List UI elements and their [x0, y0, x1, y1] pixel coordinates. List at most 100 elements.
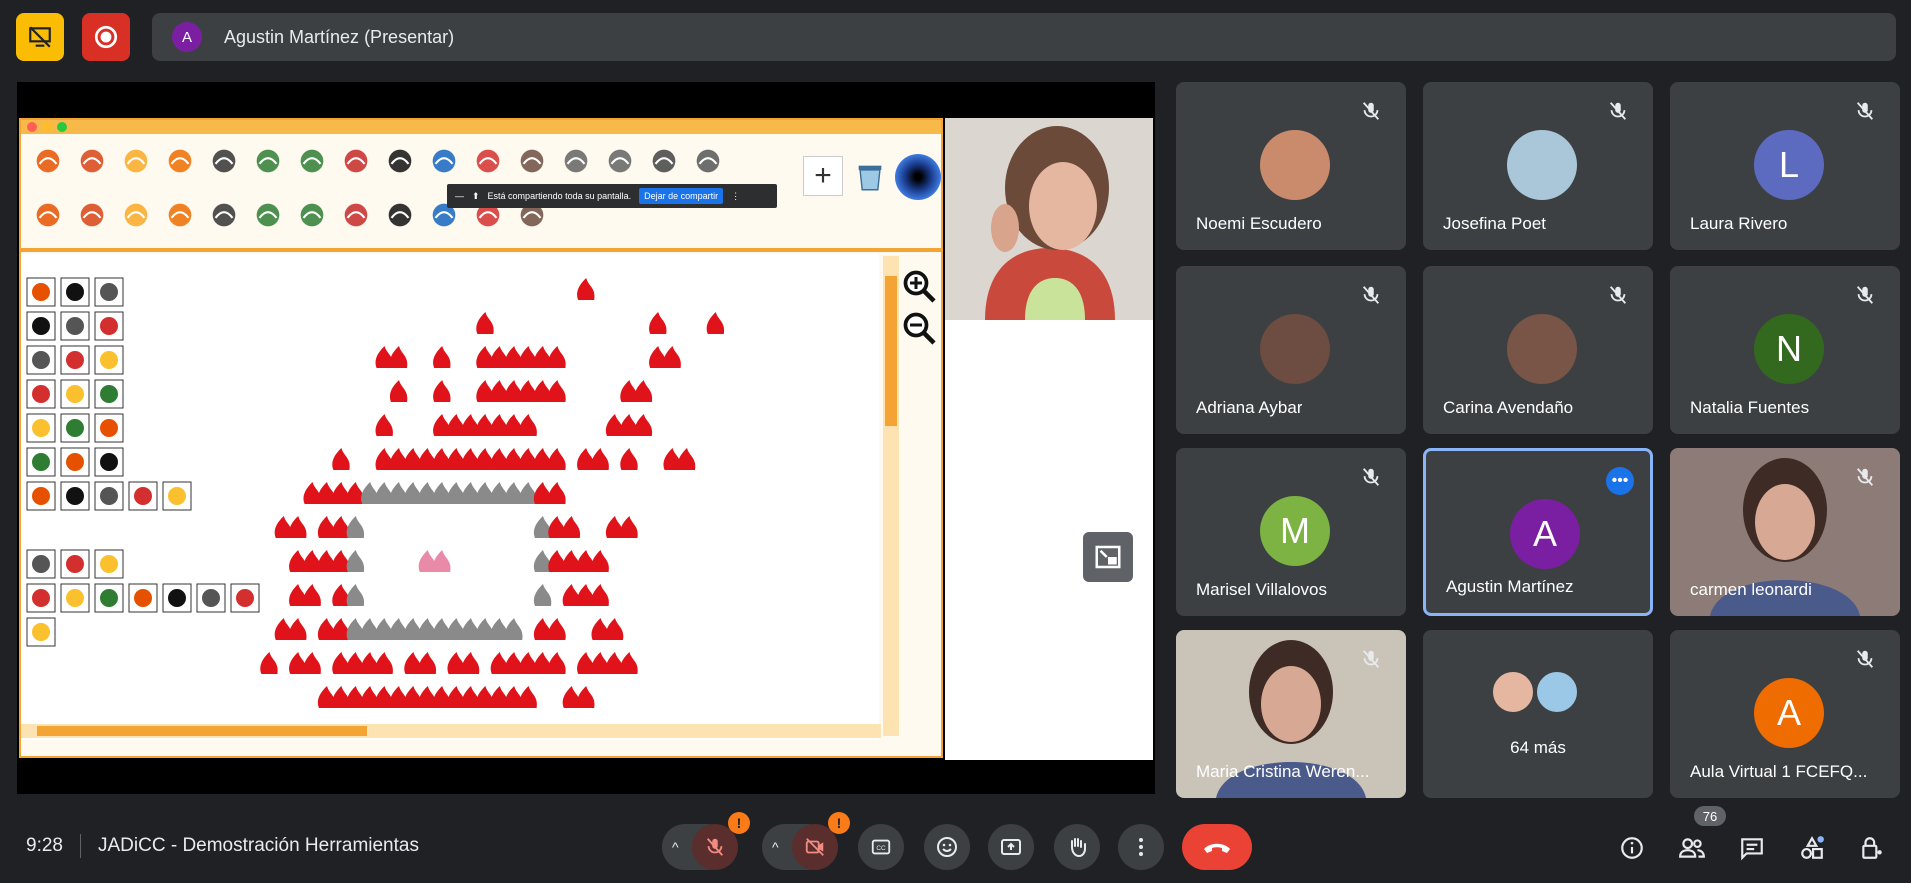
- meeting-info-button[interactable]: [1618, 834, 1646, 862]
- minimize-share-icon[interactable]: —: [455, 191, 464, 201]
- participant-tile[interactable]: Carina Avendaño: [1423, 266, 1653, 434]
- palette-sprite[interactable]: [162, 583, 192, 613]
- recycle-bin-icon[interactable]: [851, 158, 889, 196]
- brush-tool-icon[interactable]: [117, 196, 155, 234]
- vortex-icon[interactable]: [895, 154, 941, 200]
- fire-tool-icon[interactable]: [249, 196, 287, 234]
- fire-sprite[interactable]: [591, 448, 609, 470]
- loops-tool-icon[interactable]: [205, 196, 243, 234]
- fire-sprite[interactable]: [375, 652, 393, 674]
- palette-sprite[interactable]: [94, 311, 124, 341]
- fire-sprite[interactable]: [476, 312, 494, 334]
- palette-sprite[interactable]: [94, 481, 124, 511]
- palette-sprite[interactable]: [60, 379, 90, 409]
- fire-sprite[interactable]: [577, 686, 595, 708]
- fire-sprite[interactable]: [332, 448, 350, 470]
- loop-sprite[interactable]: [346, 516, 365, 538]
- participant-tile[interactable]: A Aula Virtual 1 FCEFQ...: [1670, 630, 1900, 798]
- keys-tool-icon[interactable]: [557, 142, 595, 180]
- fire-sprite[interactable]: [289, 618, 307, 640]
- loop-sprite[interactable]: [533, 584, 552, 606]
- palette-sprite[interactable]: [94, 549, 124, 579]
- palette-sprite[interactable]: [26, 345, 56, 375]
- pull-tool-icon[interactable]: [249, 142, 287, 180]
- fire-sprite[interactable]: [605, 618, 624, 640]
- palette-sprite[interactable]: [94, 345, 124, 375]
- more-options-button[interactable]: [1118, 824, 1164, 870]
- participant-tile[interactable]: Noemi Escudero: [1176, 82, 1406, 250]
- palette-sprite[interactable]: [128, 481, 158, 511]
- participant-tile[interactable]: 64 más: [1423, 630, 1653, 798]
- exit-fullscreen-button[interactable]: [1083, 532, 1133, 582]
- activities-button[interactable]: [1798, 834, 1826, 862]
- fire-sprite[interactable]: [389, 346, 408, 368]
- drawing-canvas[interactable]: [21, 254, 879, 740]
- push-tool-icon[interactable]: [293, 142, 331, 180]
- palette-sprite[interactable]: [26, 277, 56, 307]
- raise-hand-button[interactable]: [1054, 824, 1100, 870]
- zoom-in-icon[interactable]: [899, 266, 939, 306]
- palette-sprite[interactable]: [162, 481, 192, 511]
- participant-tile[interactable]: A Agustin Martínez •••: [1423, 448, 1653, 616]
- palette-sprite[interactable]: [60, 549, 90, 579]
- stairs-tool-icon[interactable]: [689, 142, 727, 180]
- palette-sprite[interactable]: [26, 379, 56, 409]
- fire-sprite[interactable]: [548, 652, 566, 674]
- fire-sprite[interactable]: [677, 448, 696, 470]
- loop-sprite[interactable]: [346, 584, 365, 606]
- fire-sprite[interactable]: [620, 516, 638, 538]
- palette-sprite[interactable]: [94, 413, 124, 443]
- palette-sprite[interactable]: [60, 447, 90, 477]
- fire-sprite[interactable]: [634, 414, 653, 436]
- fire-sprite[interactable]: [577, 278, 595, 300]
- clown-tool-icon[interactable]: [117, 142, 155, 180]
- presenter-bar[interactable]: A Agustin Martínez (Presentar): [152, 13, 1896, 61]
- fire-sprite[interactable]: [706, 312, 725, 334]
- shape-tool-icon[interactable]: [29, 196, 67, 234]
- participant-tile[interactable]: carmen leonardi: [1670, 448, 1900, 616]
- hourglass-tool-icon[interactable]: [513, 142, 551, 180]
- palette-sprite[interactable]: [26, 549, 56, 579]
- loop-sprite[interactable]: [346, 550, 365, 572]
- fire-sprite[interactable]: [303, 584, 321, 606]
- palette-sprite[interactable]: [60, 345, 90, 375]
- no-sign-tool-icon[interactable]: [337, 142, 375, 180]
- participant-tile[interactable]: Josefina Poet: [1423, 82, 1653, 250]
- participant-tile[interactable]: Maria Cristina Weren...: [1176, 630, 1406, 798]
- fire-sprite[interactable]: [461, 652, 480, 674]
- palette-sprite[interactable]: [26, 481, 56, 511]
- explosion-tool-icon[interactable]: [469, 142, 507, 180]
- jester-tool-icon[interactable]: [161, 142, 199, 180]
- vertical-scrollbar[interactable]: [883, 256, 899, 736]
- fire-sprite[interactable]: [289, 516, 307, 538]
- stick-figure-tool-icon[interactable]: [425, 142, 463, 180]
- maximize-dot[interactable]: [57, 122, 67, 132]
- palette-sprite[interactable]: [60, 583, 90, 613]
- participant-tile[interactable]: L Laura Rivero: [1670, 82, 1900, 250]
- chevron-up-icon[interactable]: ^: [672, 839, 679, 855]
- zoom-out-icon[interactable]: [899, 308, 939, 348]
- fire-sprite[interactable]: [591, 550, 609, 572]
- add-icon[interactable]: +: [803, 156, 843, 196]
- palette-sprite[interactable]: [26, 311, 56, 341]
- palette-sprite[interactable]: [94, 277, 124, 307]
- more-horiz-icon[interactable]: •••: [1606, 467, 1634, 495]
- people-button[interactable]: [1678, 834, 1706, 862]
- palette-sprite[interactable]: [26, 413, 56, 443]
- fire-sprite[interactable]: [620, 448, 638, 470]
- palette-sprite[interactable]: [60, 311, 90, 341]
- runner-tool-icon[interactable]: [381, 142, 419, 180]
- fire-sprite[interactable]: [519, 414, 537, 436]
- captions-button[interactable]: CC: [858, 824, 904, 870]
- record-button[interactable]: [82, 13, 130, 61]
- fire-sprite[interactable]: [649, 312, 667, 334]
- palette-sprite[interactable]: [94, 447, 124, 477]
- eyes-tool-icon[interactable]: [205, 142, 243, 180]
- palette-sprite[interactable]: [128, 583, 158, 613]
- fire-sprite[interactable]: [548, 380, 566, 402]
- box-tool-icon[interactable]: [645, 142, 683, 180]
- host-controls-button[interactable]: [1858, 834, 1886, 862]
- fire-sprite[interactable]: [418, 652, 437, 674]
- fire-sprite[interactable]: [303, 652, 321, 674]
- fire-sprite[interactable]: [548, 346, 566, 368]
